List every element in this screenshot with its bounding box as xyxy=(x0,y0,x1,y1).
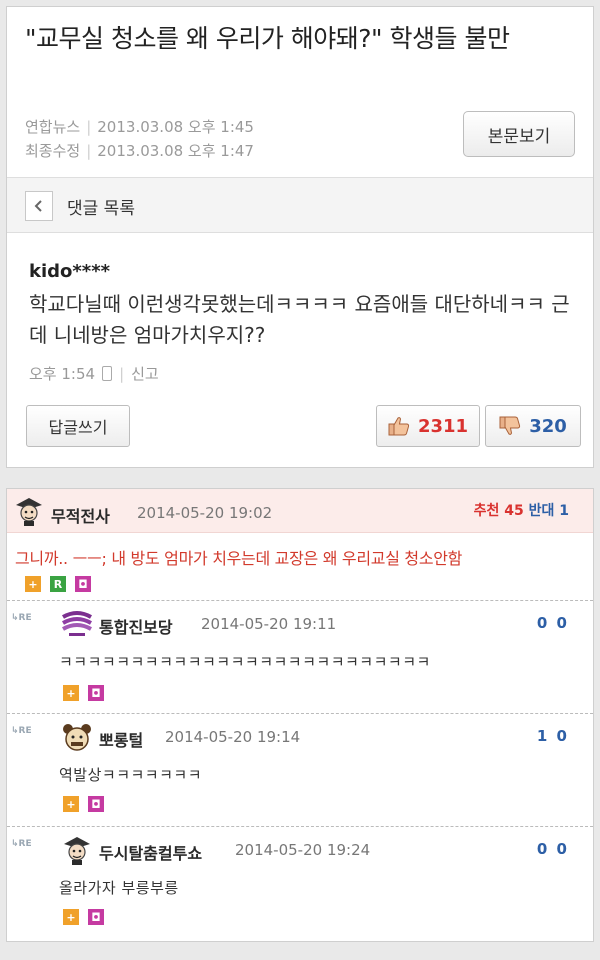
recommend-count: 45 xyxy=(504,503,524,519)
re-label: ↳RE xyxy=(11,839,32,849)
reply-item: ↳RE 통합진보당 2014-05-20 19:11 0 0 ㅋㅋㅋㅋㅋㅋㅋㅋㅋ… xyxy=(7,600,593,713)
divider: | xyxy=(86,142,92,160)
reply-text: ㅋㅋㅋㅋㅋㅋㅋㅋㅋㅋㅋㅋㅋㅋㅋㅋㅋㅋㅋㅋㅋㅋㅋㅋㅋㅋ xyxy=(59,653,431,671)
comment-text: 학교다닐때 이런생각못했는데ㅋㅋㅋㅋ 요즘애들 대단하네ㅋㅋ 근데 니네방은 엄… xyxy=(29,292,570,347)
thumbs-down-icon xyxy=(499,416,521,435)
reply-nickname[interactable]: 두시탈춤컬투쇼 xyxy=(99,840,202,864)
re-label: ↳RE xyxy=(11,613,32,623)
forum-comments-card: 무적전사 2014-05-20 19:02 추천 45 반대 1 그니까.. ㅡ… xyxy=(6,488,594,942)
reply-score: 1 0 xyxy=(536,727,569,745)
recommend-label: 추천 xyxy=(473,503,500,519)
report-link[interactable]: 신고 xyxy=(131,363,159,384)
main-comment-date: 2014-05-20 19:02 xyxy=(137,504,273,522)
reply-item: ↳RE 뽀롱털 2014-05-20 19:14 1 0 역발상ㅋㅋㅋㅋㅋㅋㅋ … xyxy=(7,713,593,826)
article-modified-row: 최종수정 | 2013.03.08 오후 1:47 xyxy=(25,140,254,161)
comment-time: 오후 1:54 xyxy=(29,365,96,383)
avatar-icon xyxy=(63,724,91,751)
article-published-row: 연합뉴스 | 2013.03.08 오후 1:45 xyxy=(25,116,254,137)
chevron-left-icon xyxy=(34,200,42,212)
comment-meta: 오후 1:54 | 신고 xyxy=(29,363,159,384)
party-logo-icon xyxy=(62,611,92,636)
main-comment-actions: + R ◘ xyxy=(25,576,91,592)
reply-button[interactable]: 답글쓰기 xyxy=(26,405,130,447)
comment-username[interactable]: kido**** xyxy=(29,261,110,282)
article-published-date: 2013.03.08 오후 1:45 xyxy=(97,118,254,136)
main-comment-score: 추천 45 반대 1 xyxy=(474,500,569,520)
reply-text: 올라가자 부릉부릉 xyxy=(59,879,179,897)
mobile-icon xyxy=(102,366,113,381)
like-count: 2311 xyxy=(417,415,469,437)
oppose-count: 1 xyxy=(559,503,569,519)
re-label: ↳RE xyxy=(11,726,32,736)
like-button[interactable]: 2311 xyxy=(376,405,480,447)
main-comment-nickname[interactable]: 무적전사 xyxy=(51,503,110,527)
plus-icon[interactable]: + xyxy=(63,685,79,701)
reply-date: 2014-05-20 19:11 xyxy=(201,615,337,633)
avatar-icon xyxy=(64,837,90,865)
article-modified-label: 최종수정 xyxy=(25,142,81,160)
avatar-icon xyxy=(16,498,42,526)
dislike-count: 320 xyxy=(529,415,567,437)
bag-icon[interactable]: ◘ xyxy=(88,685,104,701)
reply-date: 2014-05-20 19:24 xyxy=(235,841,371,859)
reply-nickname[interactable]: 통합진보당 xyxy=(99,614,173,638)
divider: | xyxy=(119,364,125,383)
news-comment-card: "교무실 청소를 왜 우리가 해야돼?" 학생들 불만 연합뉴스 | 2013.03… xyxy=(6,6,594,468)
back-button[interactable] xyxy=(25,191,53,221)
main-comment-header: 무적전사 2014-05-20 19:02 추천 45 반대 1 xyxy=(7,489,593,533)
reply-item: ↳RE 두시탈춤컬투쇼 2014-05-20 19:24 0 0 올라가자 부릉… xyxy=(7,826,593,939)
article-title[interactable]: "교무실 청소를 왜 우리가 해야돼?" 학생들 불만 xyxy=(25,21,585,57)
reply-actions: + ◘ xyxy=(63,685,104,701)
bag-icon[interactable]: ◘ xyxy=(88,909,104,925)
reply-text: 역발상ㅋㅋㅋㅋㅋㅋㅋ xyxy=(59,766,203,784)
plus-icon[interactable]: + xyxy=(25,576,41,592)
reply-nickname[interactable]: 뽀롱털 xyxy=(99,727,143,751)
reply-score: 0 0 xyxy=(536,840,569,858)
reply-r-icon[interactable]: R xyxy=(50,576,66,592)
article-modified-date: 2013.03.08 오후 1:47 xyxy=(97,142,254,160)
bag-icon[interactable]: ◘ xyxy=(75,576,91,592)
bag-icon[interactable]: ◘ xyxy=(88,796,104,812)
plus-icon[interactable]: + xyxy=(63,796,79,812)
oppose-label: 반대 xyxy=(528,503,555,519)
main-comment-text: 그니까.. ㅡㅡ; 내 방도 엄마가 치우는데 교장은 왜 우리교실 청소안함 xyxy=(15,549,463,568)
comments-header-title: 댓글 목록 xyxy=(67,199,135,219)
reply-date: 2014-05-20 19:14 xyxy=(165,728,301,746)
dislike-button[interactable]: 320 xyxy=(485,405,581,447)
view-article-button[interactable]: 본문보기 xyxy=(463,111,575,157)
article-source: 연합뉴스 xyxy=(25,118,81,136)
plus-icon[interactable]: + xyxy=(63,909,79,925)
comments-header: 댓글 목록 xyxy=(7,177,593,233)
reply-score: 0 0 xyxy=(536,614,569,632)
divider: | xyxy=(86,118,92,136)
thumbs-up-icon xyxy=(388,417,410,436)
reply-actions: + ◘ xyxy=(63,796,104,812)
reply-actions: + ◘ xyxy=(63,909,104,925)
